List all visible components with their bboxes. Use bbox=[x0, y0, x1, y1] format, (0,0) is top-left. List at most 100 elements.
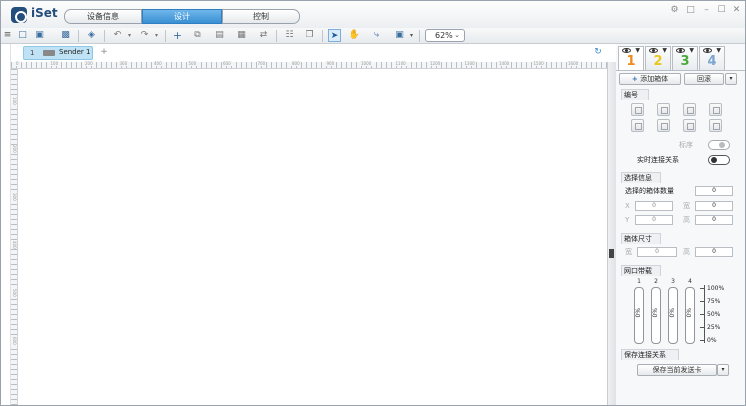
rollback-dropdown-button[interactable]: ▾ bbox=[725, 73, 737, 85]
port-load-value: 0% bbox=[669, 308, 676, 318]
ruler-label: 200 bbox=[84, 61, 94, 66]
tab-design[interactable]: 设计 bbox=[142, 9, 222, 24]
add-box-button[interactable]: + 添加箱体 bbox=[619, 73, 681, 85]
app-window: iSet 设备信息 设计 控制 ⚙ □ – ☐ ✕ ≡ □ ▣ ▩ ◈ ↶ ▾ … bbox=[0, 0, 746, 406]
numbering-pattern-2-icon[interactable] bbox=[657, 103, 670, 116]
sort-toggle[interactable] bbox=[708, 140, 730, 150]
sender-device-icon bbox=[43, 50, 55, 56]
chevron-down-icon: ▼ bbox=[662, 47, 667, 54]
eye-icon[interactable] bbox=[649, 48, 658, 53]
menu-icon[interactable]: ≡ bbox=[1, 29, 14, 42]
numbering-pattern-1-icon[interactable] bbox=[631, 103, 644, 116]
height-label: 高 bbox=[683, 216, 690, 224]
numbering-pattern-4-icon[interactable] bbox=[709, 103, 722, 116]
box-size-header: 箱体尺寸 bbox=[621, 233, 661, 244]
panel-tab-2[interactable]: ▼ 2 bbox=[645, 46, 671, 70]
panel-tab-3[interactable]: ▼ 3 bbox=[672, 46, 698, 70]
panel-tab-number: 3 bbox=[680, 54, 690, 69]
rollback-button[interactable]: 回滚 bbox=[684, 73, 724, 85]
save-to-card-button[interactable]: 保存当前发送卡 bbox=[637, 364, 717, 376]
port-number: 2 bbox=[654, 278, 658, 285]
port-load-value: 0% bbox=[686, 308, 693, 318]
refresh-icon[interactable]: ↻ bbox=[593, 47, 603, 57]
save-dropdown-button[interactable]: ▾ bbox=[717, 364, 729, 376]
ruler-label: 800 bbox=[291, 61, 301, 66]
close-icon[interactable]: ✕ bbox=[732, 6, 741, 15]
tab-control[interactable]: 控制 bbox=[222, 9, 300, 24]
scale-tick bbox=[700, 327, 705, 328]
port-load-value: 0% bbox=[635, 308, 642, 318]
maximize-icon[interactable]: ☐ bbox=[717, 6, 726, 15]
numbering-pattern-7-icon[interactable] bbox=[683, 119, 696, 132]
screen-icon[interactable]: ◈ bbox=[85, 29, 98, 42]
scale-label: 50% bbox=[707, 311, 721, 318]
w-field[interactable]: 0 bbox=[695, 201, 733, 211]
zoom-select[interactable]: 62% ⌄ bbox=[425, 29, 465, 42]
toolbar-separator bbox=[104, 30, 105, 42]
zoom-value: 62% bbox=[435, 31, 453, 40]
selected-count-field: 0 bbox=[695, 186, 733, 196]
ruler-label: 200 bbox=[11, 145, 17, 153]
eye-icon[interactable] bbox=[676, 48, 685, 53]
frame-dropdown-icon[interactable]: ▾ bbox=[405, 29, 418, 42]
panel-tab-number: 2 bbox=[653, 54, 663, 69]
settings-icon[interactable]: ⚙ bbox=[670, 6, 679, 15]
design-canvas[interactable] bbox=[18, 69, 607, 405]
tab-sender-1[interactable]: 1 Sender 1 bbox=[23, 46, 93, 60]
chevron-down-icon: ⌄ bbox=[454, 31, 460, 39]
numbering-header: 编号 bbox=[621, 89, 649, 100]
monitor-icon[interactable]: □ bbox=[686, 6, 695, 15]
ruler-label: 400 bbox=[153, 61, 163, 66]
delete-icon[interactable]: ▦ bbox=[235, 29, 248, 42]
scale-tick bbox=[700, 314, 705, 315]
port-load-bar: 0% bbox=[685, 287, 695, 344]
tab-label: Sender 1 bbox=[59, 48, 91, 56]
layer-icon[interactable]: ❐ bbox=[303, 29, 316, 42]
open-folder-icon[interactable]: ▣ bbox=[33, 29, 46, 42]
grid-icon[interactable]: ☷ bbox=[283, 29, 296, 42]
ruler-label: 900 bbox=[325, 61, 336, 66]
chevron-down-icon: ▼ bbox=[689, 47, 694, 54]
add-icon[interactable]: + bbox=[171, 29, 184, 42]
add-box-label: 添加箱体 bbox=[640, 75, 669, 83]
numbering-pattern-3-icon[interactable] bbox=[683, 103, 696, 116]
toolbar-separator bbox=[276, 30, 277, 42]
numbering-pattern-5-icon[interactable] bbox=[631, 119, 644, 132]
add-tab-icon[interactable]: + bbox=[99, 47, 109, 57]
box-width-field[interactable]: 0 bbox=[637, 247, 677, 257]
replace-icon[interactable]: ⇄ bbox=[257, 29, 270, 42]
new-file-icon[interactable]: □ bbox=[16, 29, 29, 42]
undo-dropdown-icon[interactable]: ▾ bbox=[123, 29, 136, 42]
save-icon[interactable]: ▩ bbox=[59, 29, 72, 42]
minimize-icon[interactable]: – bbox=[702, 6, 711, 15]
select-icon[interactable]: ➤ bbox=[328, 29, 341, 42]
plus-icon: + bbox=[631, 75, 641, 83]
panel-tab-1[interactable]: ▼ 1 bbox=[618, 46, 644, 71]
left-panel-handle[interactable] bbox=[1, 44, 11, 405]
panel-splitter[interactable] bbox=[607, 62, 616, 405]
numbering-pattern-8-icon[interactable] bbox=[709, 119, 722, 132]
h-field[interactable]: 0 bbox=[695, 215, 733, 225]
redo-dropdown-icon[interactable]: ▾ bbox=[150, 29, 163, 42]
connect-icon[interactable]: ⤷ bbox=[370, 29, 383, 42]
ruler-label: 600 bbox=[222, 61, 232, 66]
numbering-pattern-6-icon[interactable] bbox=[657, 119, 670, 132]
chevron-down-icon: ▼ bbox=[635, 47, 640, 54]
vertical-ruler: 100 200 300 400 500 600 bbox=[11, 69, 18, 405]
box-width-label: 宽 bbox=[625, 248, 632, 256]
live-connection-toggle[interactable] bbox=[708, 155, 730, 165]
eye-icon[interactable] bbox=[622, 48, 631, 53]
eye-icon[interactable] bbox=[703, 48, 712, 53]
copy-icon[interactable]: ⧉ bbox=[191, 29, 204, 42]
splitter-grip-icon[interactable] bbox=[609, 249, 614, 258]
x-field[interactable]: 0 bbox=[635, 201, 673, 211]
panel-tab-number: 1 bbox=[626, 54, 636, 69]
tab-device-info[interactable]: 设备信息 bbox=[64, 9, 142, 24]
paste-icon[interactable]: ▤ bbox=[213, 29, 226, 42]
box-height-field[interactable]: 0 bbox=[695, 247, 733, 257]
scale-label: 0% bbox=[707, 337, 717, 344]
y-field[interactable]: 0 bbox=[635, 215, 673, 225]
ruler-label: 1400 bbox=[498, 61, 511, 66]
hand-icon[interactable]: ✋ bbox=[348, 29, 361, 42]
panel-tab-4[interactable]: ▼ 4 bbox=[699, 46, 725, 70]
